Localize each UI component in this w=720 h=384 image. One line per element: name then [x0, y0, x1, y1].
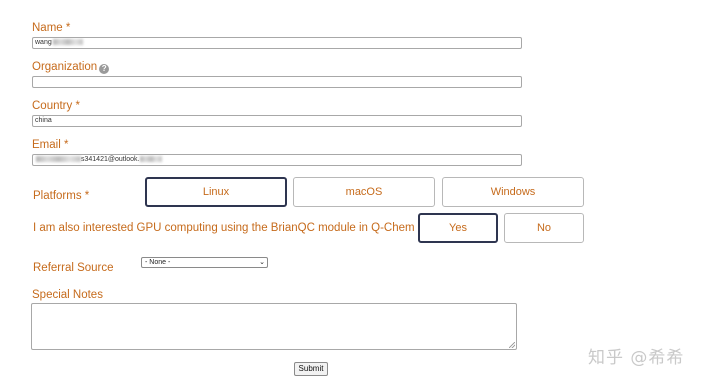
email-label: Email *	[32, 139, 69, 151]
redacted-text	[52, 39, 83, 46]
gpu-no-button[interactable]: No	[504, 213, 584, 243]
platform-macos-button[interactable]: macOS	[293, 177, 435, 207]
organization-label: Organization?	[32, 61, 110, 74]
gpu-interest-label: I am also interested GPU computing using…	[33, 222, 415, 234]
referral-source-select[interactable]: - None - ⌄	[141, 257, 268, 268]
special-notes-textarea[interactable]	[31, 303, 517, 350]
special-notes-label: Special Notes	[32, 289, 103, 301]
country-label: Country *	[32, 100, 80, 112]
redacted-text	[36, 156, 81, 163]
gpu-yes-button[interactable]: Yes	[418, 213, 498, 243]
name-input[interactable]: wang	[32, 37, 522, 49]
country-input[interactable]: china	[32, 115, 522, 127]
platforms-label: Platforms *	[33, 190, 90, 202]
redacted-text	[140, 156, 163, 163]
help-icon[interactable]: ?	[99, 64, 110, 74]
chevron-down-icon: ⌄	[259, 259, 265, 266]
referral-source-label: Referral Source	[33, 262, 114, 274]
organization-input[interactable]	[32, 76, 522, 88]
email-input[interactable]: s341421@outlook.	[32, 154, 522, 166]
platform-windows-button[interactable]: Windows	[442, 177, 584, 207]
resize-grip-icon[interactable]	[509, 342, 515, 348]
submit-button[interactable]: Submit	[294, 362, 328, 376]
watermark: 知乎 @希希	[588, 348, 685, 368]
name-label: Name *	[32, 22, 71, 34]
platform-linux-button[interactable]: Linux	[145, 177, 287, 207]
